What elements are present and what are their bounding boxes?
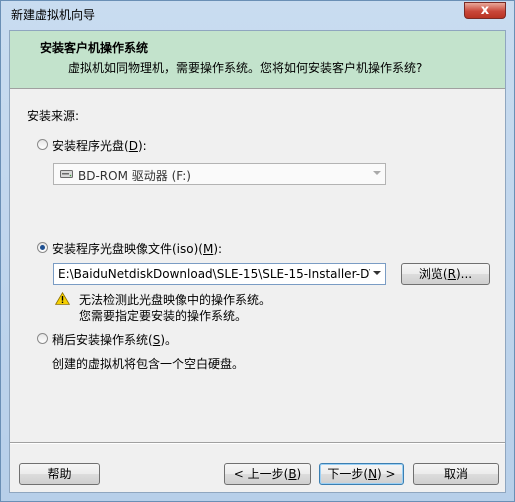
help-button[interactable]: 帮助 — [19, 463, 100, 485]
disc-option-label[interactable]: 安装程序光盘(D): — [52, 137, 147, 154]
close-button[interactable]: x — [464, 2, 506, 19]
back-button[interactable]: < 上一步(B) — [224, 463, 311, 485]
cancel-button[interactable]: 取消 — [413, 463, 499, 485]
page-title: 安装客户机操作系统 — [40, 41, 149, 55]
chevron-down-icon[interactable] — [373, 271, 381, 275]
close-icon: x — [480, 3, 490, 18]
title-bar[interactable]: 新建虚拟机向导 x — [1, 1, 514, 27]
drive-select-value: BD-ROM 驱动器 (F:) — [78, 169, 191, 183]
disk-drive-icon — [60, 170, 73, 178]
later-description: 创建的虚拟机将包含一个空白硬盘。 — [52, 357, 245, 371]
install-source-label: 安装来源: — [27, 109, 80, 123]
warning-icon — [55, 292, 70, 305]
footer-divider — [10, 442, 505, 444]
later-radio[interactable] — [37, 333, 48, 344]
page-subtitle: 虚拟机如同物理机，需要操作系统。您将如何安装客户机操作系统? — [68, 61, 423, 75]
iso-path-combo[interactable]: E:\BaiduNetdiskDownload\SLE-15\SLE-15-In… — [53, 263, 386, 285]
warning-line-1: 无法检测此光盘映像中的操作系统。 — [79, 293, 272, 307]
wizard-window: 新建虚拟机向导 x 安装客户机操作系统 虚拟机如同物理机，需要操作系统。您将如何… — [0, 0, 515, 502]
iso-option-label[interactable]: 安装程序光盘映像文件(iso)(M): — [52, 240, 222, 257]
iso-radio[interactable] — [37, 242, 48, 253]
header-banner: 安装客户机操作系统 虚拟机如同物理机，需要操作系统。您将如何安装客户机操作系统? — [10, 31, 505, 89]
drive-select[interactable]: BD-ROM 驱动器 (F:) — [53, 163, 386, 185]
iso-path-value[interactable]: E:\BaiduNetdiskDownload\SLE-15\SLE-15-In… — [58, 267, 370, 281]
disc-radio[interactable] — [37, 139, 48, 150]
later-option-label[interactable]: 稍后安装操作系统(S)。 — [52, 331, 177, 348]
chevron-down-icon — [373, 171, 381, 175]
next-button[interactable]: 下一步(N) > — [319, 463, 404, 485]
window-title: 新建虚拟机向导 — [11, 8, 96, 22]
wizard-body: 安装客户机操作系统 虚拟机如同物理机，需要操作系统。您将如何安装客户机操作系统?… — [9, 30, 506, 493]
browse-button[interactable]: 浏览(R)... — [401, 263, 490, 285]
warning-line-2: 您需要指定要安装的操作系统。 — [79, 309, 248, 323]
